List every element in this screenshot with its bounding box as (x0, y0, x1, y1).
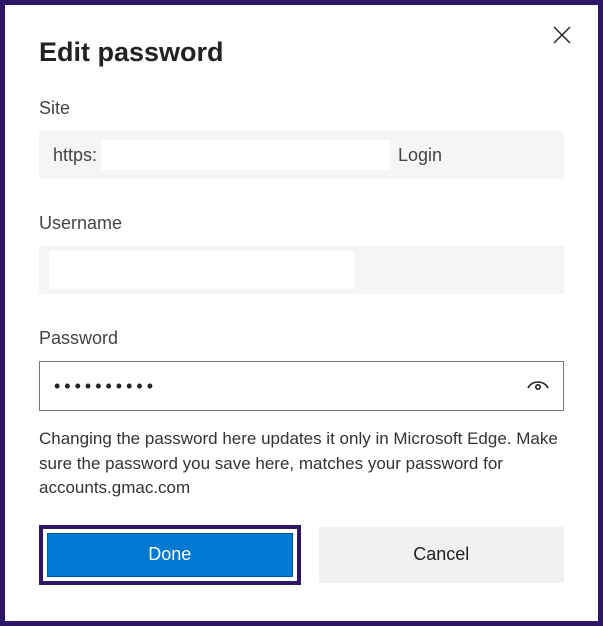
username-label: Username (39, 213, 564, 234)
close-icon (552, 25, 572, 45)
cancel-button[interactable]: Cancel (319, 527, 565, 583)
done-button[interactable]: Done (47, 533, 293, 577)
dialog-title: Edit password (39, 37, 564, 68)
site-field: https: Login (39, 131, 564, 179)
username-redacted-region (49, 251, 354, 289)
username-field (39, 246, 564, 294)
password-field-wrapper (39, 361, 564, 411)
button-row: Done Cancel (39, 525, 564, 585)
site-suffix: Login (398, 145, 550, 166)
site-redacted-region (101, 140, 390, 170)
helper-text: Changing the password here updates it on… (39, 427, 564, 501)
reveal-password-button[interactable] (524, 372, 552, 400)
site-label: Site (39, 98, 564, 119)
eye-icon (526, 374, 550, 398)
password-input[interactable] (39, 361, 564, 411)
password-label: Password (39, 328, 564, 349)
site-protocol: https: (53, 145, 97, 166)
done-button-highlight: Done (39, 525, 301, 585)
close-button[interactable] (546, 19, 578, 51)
